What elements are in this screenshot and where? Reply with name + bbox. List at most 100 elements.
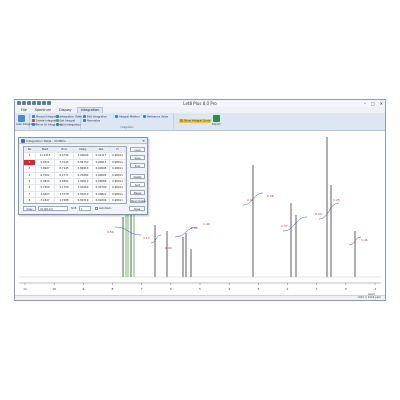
integral-label: 1.46: [361, 238, 368, 242]
sort-button[interactable]: Sort: [130, 182, 145, 187]
table-cell: 4.6923: [36, 191, 55, 198]
x-tick-label: 9: [82, 287, 84, 291]
table-cell: 5.8381: [55, 178, 74, 185]
app-window: Let8 Plus 8.0 Pro – □ ✕ File Spectrum Di…: [14, 99, 386, 301]
status-bar: 1024 × 1024 ppm: [15, 295, 385, 300]
integration-table-button[interactable]: Integration Table: [56, 115, 82, 119]
merge-button[interactable]: Merge: [130, 190, 145, 195]
x-tick-label: 4: [228, 287, 230, 291]
minimize-button[interactable]: –: [364, 100, 366, 107]
delete-icon: [32, 119, 35, 122]
table-cell: 6.2777: [55, 172, 74, 178]
table-icon: [21, 139, 25, 143]
table-cell: 4: [24, 172, 36, 178]
table-cell: 7.3145: [55, 159, 74, 166]
dialog-close-button[interactable]: ✕: [142, 138, 145, 144]
integral-curve[interactable]: [150, 234, 162, 244]
print-button[interactable]: Print: [130, 163, 145, 168]
x-tick-label: 3: [257, 287, 259, 291]
table-cell: 0.98011: [110, 191, 126, 198]
export-button[interactable]: Export: [212, 123, 221, 126]
table-cell: 5: [24, 178, 36, 185]
show-integral-curve-button[interactable]: Show Integral Curve: [179, 119, 212, 123]
table-cell: 0.00700: [93, 185, 110, 191]
integral-label: 0.98: [267, 194, 274, 198]
shift-input[interactable]: 1: [79, 206, 91, 211]
set-integral-button[interactable]: Set Integral: [56, 119, 75, 123]
ribbon-group-auto: Auto Integration: [15, 114, 37, 129]
status-text: 1024 × 1024 ppm: [357, 296, 381, 299]
spectrum-peaks: [122, 137, 356, 277]
table-cell: 9.4732: [55, 153, 74, 159]
integral-label: 2.02: [247, 198, 254, 202]
maximize-button[interactable]: □: [371, 100, 375, 107]
ribbon-panel: Auto Integration Manual Integration Dele…: [15, 113, 385, 131]
set-integral-icon: [56, 119, 59, 122]
table-cell: 7.8927: [36, 166, 55, 172]
table-cell: 0.00686: [93, 178, 110, 185]
normalize-button[interactable]: Normalize: [83, 119, 100, 123]
table-cell: 0.98011: [110, 166, 126, 172]
x-tick-label: 11: [23, 287, 27, 291]
dialog-title: Integration Table - ShiftPro: [19, 138, 147, 144]
integration-table-dialog: Integration Table - ShiftPro ✕ No Start …: [18, 137, 148, 215]
table-cell: 3: [24, 166, 36, 172]
edit-integration-button[interactable]: Edit Integration: [83, 115, 107, 119]
x-tick-label: -1: [374, 287, 377, 291]
table-row[interactable]: 8 3.1847 1.7488 0.82310 0.00296 0.98011: [24, 198, 126, 203]
table-cell: 0.98011: [110, 153, 126, 159]
ribbon-group-label: Integration: [120, 126, 134, 129]
integral-curve[interactable]: [318, 202, 340, 220]
delete-button[interactable]: Delete: [130, 174, 145, 179]
dialog-footer: Copy Int-001.txt Shift 1 Auto Redo Close: [23, 206, 145, 213]
integral-label: 3.50: [107, 230, 114, 234]
reference-icon: [143, 115, 146, 118]
table-cell: 2: [24, 159, 36, 166]
table-cell: 0.00822: [93, 191, 110, 198]
save-button[interactable]: Save: [130, 155, 145, 160]
export-icon[interactable]: [213, 115, 220, 122]
manual-integration-icon: [32, 115, 35, 118]
x-tick-label: 6: [170, 287, 172, 291]
auto-redo-checkbox[interactable]: [95, 207, 98, 210]
table-cell: 1.90510: [74, 178, 93, 185]
table-cell: 0.98011: [110, 172, 126, 178]
reference-value-button[interactable]: Reference Value: [143, 115, 168, 119]
x-tick-label: 5: [199, 287, 201, 291]
close-button[interactable]: ✕: [380, 100, 383, 107]
integral-label: 1.13: [143, 236, 150, 240]
table-cell: 1.93260: [74, 185, 93, 191]
ribbon-group-edit: Edit Integration Normalize Integral Meth…: [81, 114, 174, 129]
table-icon: [56, 115, 59, 118]
integral-label: 1.44: [203, 222, 210, 226]
x-tick-label: 0: [345, 287, 347, 291]
integral-method-button[interactable]: Integral Method: [115, 115, 140, 119]
table-cell: 1.82910: [74, 166, 93, 172]
dialog-close-bottom-button[interactable]: Close: [129, 206, 145, 211]
table-cell: 0.98011: [110, 159, 126, 166]
integral-label: 1.25: [333, 198, 340, 202]
ribbon-group-curve: Show Integral Curve Export: [175, 114, 227, 129]
table-cell: 7: [24, 191, 36, 198]
copy-button[interactable]: Copy: [23, 206, 36, 211]
table-cell: 0.00006: [93, 172, 110, 178]
split-icon: [56, 123, 59, 126]
filename-input[interactable]: Int-001.txt: [38, 206, 68, 211]
table-cell: 8: [24, 198, 36, 203]
shift-label: Shift: [71, 207, 77, 210]
table-cell: 0.98011: [110, 178, 126, 185]
table-cell: 0.84750: [74, 159, 93, 166]
auto-integration-icon[interactable]: [18, 115, 25, 122]
load-button[interactable]: Load: [130, 147, 145, 152]
renormalize-button[interactable]: Renormalize: [130, 198, 146, 203]
integral-label: 2.00: [165, 246, 172, 250]
integral-label: 1.00: [191, 226, 198, 230]
split-integration-button[interactable]: Split Integration: [56, 123, 81, 127]
table-cell: 2.00000: [74, 153, 93, 159]
table-cell: 11.2215: [36, 153, 55, 159]
edit-icon: [83, 115, 86, 118]
table-cell: 6: [24, 185, 36, 191]
x-tick-label: 10: [52, 287, 56, 291]
integration-table[interactable]: No Start End Integ. Abs H 1 11.2215 9.4732…: [23, 146, 127, 204]
method-icon: [115, 115, 118, 118]
